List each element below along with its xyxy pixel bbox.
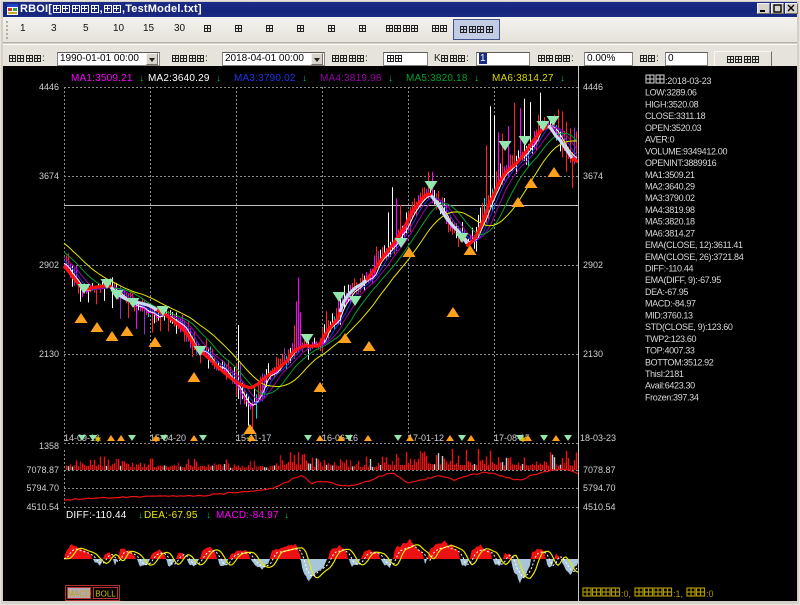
svg-text:DEA:-67.95: DEA:-67.95: [144, 510, 198, 521]
svg-text:2130: 2130: [583, 349, 603, 359]
svg-text:3674: 3674: [39, 171, 59, 181]
svg-text:↓: ↓: [302, 73, 307, 84]
svg-text:DEA:-67.95: DEA:-67.95: [645, 287, 688, 297]
svg-text:MA2:3640.29: MA2:3640.29: [148, 73, 210, 84]
svg-text:MID:3760.13: MID:3760.13: [645, 310, 693, 320]
svg-text:7078.87: 7078.87: [26, 465, 59, 475]
svg-text:↓: ↓: [216, 73, 221, 84]
svg-text:↓: ↓: [474, 73, 479, 84]
svg-text:HIGH:3520.08: HIGH:3520.08: [645, 99, 699, 109]
svg-text:BOLL: BOLL: [95, 590, 116, 599]
svg-text:TOP:4007.33: TOP:4007.33: [645, 346, 695, 356]
svg-text:OPENINT:3889916: OPENINT:3889916: [645, 158, 717, 168]
svg-text:MA6:3814.27: MA6:3814.27: [645, 228, 695, 238]
svg-text:18-03-23: 18-03-23: [580, 433, 616, 443]
svg-text:MA1:3509.21: MA1:3509.21: [71, 73, 133, 84]
svg-text:↓: ↓: [388, 73, 393, 84]
svg-text:EMA(DIFF, 9):-67.95: EMA(DIFF, 9):-67.95: [645, 275, 721, 285]
svg-text:↓: ↓: [560, 73, 565, 84]
svg-text:MACD: MACD: [67, 590, 91, 599]
svg-text:↓: ↓: [139, 73, 144, 84]
svg-text:OPEN:3520.03: OPEN:3520.03: [645, 123, 702, 133]
svg-text:MA6:3814.27: MA6:3814.27: [492, 73, 554, 84]
svg-text:EMA(CLOSE, 26):3721.84: EMA(CLOSE, 26):3721.84: [645, 252, 744, 262]
svg-text:MA2:3640.29: MA2:3640.29: [645, 181, 695, 191]
svg-text:MACD:-84.97: MACD:-84.97: [216, 510, 279, 521]
svg-text:MA5:3820.18: MA5:3820.18: [406, 73, 468, 84]
svg-text:AVER:0: AVER:0: [645, 135, 675, 145]
svg-text:5794.70: 5794.70: [583, 483, 616, 493]
svg-text:Frozen:397.34: Frozen:397.34: [645, 392, 699, 402]
svg-text:STD(CLOSE, 9):123.60: STD(CLOSE, 9):123.60: [645, 322, 733, 332]
svg-text:2902: 2902: [583, 260, 603, 270]
svg-text:VOLUME:9349412.00: VOLUME:9349412.00: [645, 146, 727, 156]
svg-text:CLOSE:3311.18: CLOSE:3311.18: [645, 111, 706, 121]
svg-text:7078.87: 7078.87: [583, 465, 616, 475]
svg-text::2018-03-23: :2018-03-23: [665, 76, 712, 86]
svg-text::0,: :0,: [621, 589, 631, 599]
svg-text:4446: 4446: [39, 82, 59, 92]
svg-text:LOW:3289.06: LOW:3289.06: [645, 88, 697, 98]
svg-text:2902: 2902: [39, 260, 59, 270]
svg-text:EMA(CLOSE, 12):3611.41: EMA(CLOSE, 12):3611.41: [645, 240, 743, 250]
svg-text:MACD:-84.97: MACD:-84.97: [645, 299, 696, 309]
svg-text:ThisI:2181: ThisI:2181: [645, 369, 684, 379]
svg-text:↓: ↓: [138, 510, 143, 521]
svg-text:4446: 4446: [583, 82, 603, 92]
svg-text:4510.54: 4510.54: [26, 502, 59, 512]
svg-text::0: :0: [706, 589, 714, 599]
svg-text:TWP2:123.60: TWP2:123.60: [645, 334, 697, 344]
svg-text:2130: 2130: [39, 349, 59, 359]
svg-text:↓: ↓: [284, 510, 289, 521]
svg-text:17-01-12: 17-01-12: [408, 433, 444, 443]
svg-text:DIFF:-110.44: DIFF:-110.44: [66, 510, 127, 521]
svg-text:↓: ↓: [206, 510, 211, 521]
svg-text:MA4:3819.98: MA4:3819.98: [320, 73, 382, 84]
svg-text:Avail:6423.30: Avail:6423.30: [645, 381, 695, 391]
svg-text:MA3:3790.02: MA3:3790.02: [234, 73, 296, 84]
svg-text:3674: 3674: [583, 171, 603, 181]
svg-text:MA1:3509.21: MA1:3509.21: [645, 170, 695, 180]
svg-text:MA4:3819.98: MA4:3819.98: [645, 205, 695, 215]
svg-text:DIFF:-110.44: DIFF:-110.44: [645, 264, 693, 274]
svg-text:MA5:3820.18: MA5:3820.18: [645, 217, 695, 227]
svg-text:MA3:3790.02: MA3:3790.02: [645, 193, 695, 203]
svg-text:5794.70: 5794.70: [26, 483, 59, 493]
svg-text::1,: :1,: [673, 589, 683, 599]
svg-text:1358: 1358: [39, 441, 59, 451]
svg-text:4510.54: 4510.54: [583, 502, 616, 512]
svg-text:BOTTOM:3512.92: BOTTOM:3512.92: [645, 357, 714, 367]
